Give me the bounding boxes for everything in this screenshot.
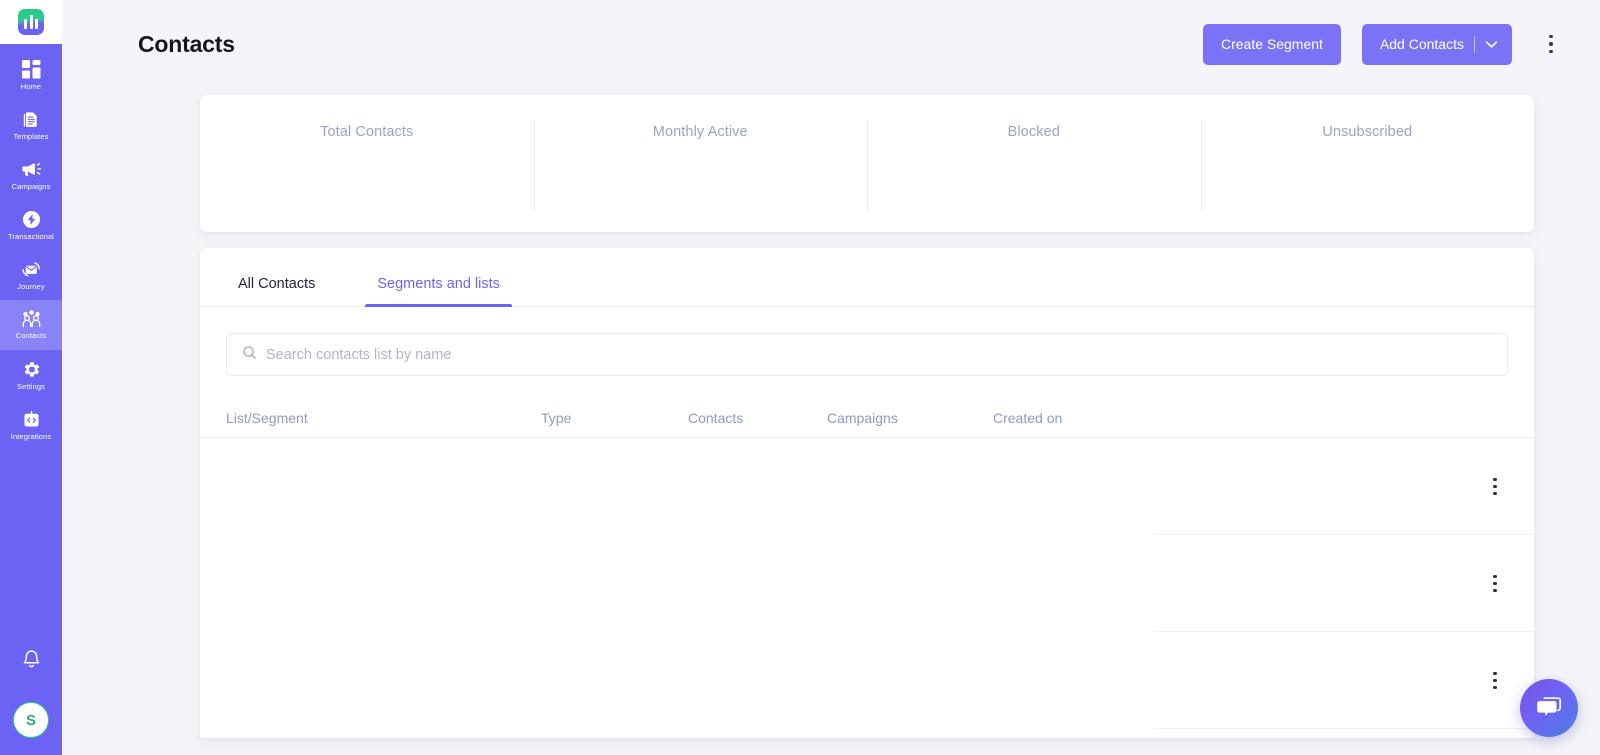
stat-total-contacts: Total Contacts [200, 95, 534, 232]
journey-envelope-icon [21, 260, 41, 279]
page-overflow-menu-button[interactable] [1534, 24, 1568, 64]
page-title: Contacts [138, 30, 235, 57]
avatar-container: S [0, 685, 62, 755]
sidebar-nav: Home Templates Campaigns Transactional J… [0, 50, 62, 450]
stat-label: Blocked [1007, 124, 1060, 140]
more-vertical-icon [1549, 49, 1553, 54]
more-vertical-icon [1493, 574, 1497, 578]
contacts-people-icon [21, 310, 42, 328]
tab-all-contacts[interactable]: All Contacts [226, 276, 327, 306]
sidebar-item-templates[interactable]: Templates [0, 100, 62, 150]
more-vertical-icon [1493, 484, 1497, 489]
chat-bubbles-icon [1536, 695, 1563, 722]
sidebar-item-label: Integrations [10, 431, 52, 441]
notifications-button[interactable] [0, 639, 62, 685]
column-header-created-on: Created on [993, 409, 1063, 426]
search-box[interactable] [226, 333, 1508, 376]
segments-table: List/Segment Type Contacts Campaigns Cre… [200, 398, 1534, 738]
sidebar-item-home[interactable]: Home [0, 50, 62, 100]
templates-document-icon [22, 110, 41, 129]
add-contacts-label: Add Contacts [1379, 36, 1464, 52]
table-body [200, 438, 1534, 738]
table-row[interactable] [200, 438, 1534, 535]
sidebar-item-label: Home [20, 81, 42, 91]
more-vertical-icon [1493, 477, 1497, 481]
bell-icon [21, 649, 42, 676]
sidebar-item-label: Templates [13, 131, 49, 141]
sidebar-item-transactional[interactable]: Transactional [0, 200, 62, 250]
stat-unsubscribed: Unsubscribed [1200, 95, 1535, 232]
more-vertical-icon [1493, 492, 1497, 496]
sidebar-item-label: Journey [17, 281, 45, 291]
app-logo[interactable] [0, 0, 62, 44]
sidebar-item-label: Settings [17, 381, 45, 391]
sidebar-item-integrations[interactable]: Integrations [0, 400, 62, 450]
avatar[interactable]: S [13, 702, 49, 738]
search-icon [242, 345, 257, 365]
settings-gear-icon [22, 360, 41, 379]
table-header-row: List/Segment Type Contacts Campaigns Cre… [200, 398, 1534, 438]
sidebar-item-label: Contacts [15, 331, 47, 340]
tab-segments-and-lists[interactable]: Segments and lists [365, 276, 512, 307]
sidebar-item-settings[interactable]: Settings [0, 350, 62, 400]
stat-blocked: Blocked [867, 95, 1201, 232]
column-header-contacts: Contacts [688, 409, 744, 426]
table-row[interactable] [200, 632, 1534, 729]
campaigns-megaphone-icon [21, 160, 41, 179]
sidebar-item-journey[interactable]: Journey [0, 250, 62, 300]
main-content: Contacts Create Segment Add Contacts Tot… [62, 0, 1600, 755]
main-sidebar: Home Templates Campaigns Transactional J… [0, 0, 62, 755]
column-header-type: Type [541, 409, 572, 426]
search-container [200, 307, 1534, 376]
row-overflow-menu-button[interactable] [1482, 567, 1508, 601]
home-grid-icon [21, 59, 41, 79]
more-vertical-icon [1493, 581, 1497, 586]
table-row[interactable] [200, 535, 1534, 632]
more-vertical-icon [1493, 686, 1497, 690]
row-overflow-menu-button[interactable] [1482, 664, 1508, 698]
stat-label: Monthly Active [652, 124, 748, 140]
chevron-down-icon[interactable] [1485, 36, 1498, 52]
column-header-campaigns: Campaigns [827, 409, 898, 426]
table-row[interactable] [200, 729, 1534, 738]
transactional-bolt-icon [22, 210, 41, 229]
more-vertical-icon [1549, 34, 1553, 39]
search-input[interactable] [266, 346, 1492, 363]
column-header-list-segment: List/Segment [226, 409, 308, 426]
more-vertical-icon [1493, 589, 1497, 593]
create-segment-button[interactable]: Create Segment [1202, 23, 1341, 65]
sidebar-item-label: Campaigns [11, 181, 51, 191]
sidebar-item-contacts[interactable]: Contacts [0, 300, 62, 350]
page-header: Contacts Create Segment Add Contacts [62, 0, 1600, 88]
panel-tabs: All Contacts Segments and lists [200, 248, 1534, 307]
integrations-code-icon [22, 410, 41, 429]
contacts-panel: All Contacts Segments and lists Search c… [200, 248, 1534, 738]
button-divider [1474, 35, 1475, 53]
stat-monthly-active: Monthly Active [533, 95, 868, 232]
add-contacts-button[interactable]: Add Contacts [1361, 23, 1512, 65]
stats-summary-card: Total Contacts Monthly Active Blocked Un… [200, 95, 1534, 232]
more-vertical-icon [1549, 42, 1553, 46]
stat-label: Total Contacts [320, 124, 414, 140]
sidebar-item-campaigns[interactable]: Campaigns [0, 150, 62, 200]
app-root: Home Templates Campaigns Transactional J… [0, 0, 1600, 755]
chat-widget-button[interactable] [1520, 679, 1578, 737]
stat-label: Unsubscribed [1322, 124, 1413, 140]
app-logo-icon [18, 9, 44, 35]
sidebar-item-label: Transactional [7, 231, 55, 241]
row-overflow-menu-button[interactable] [1482, 470, 1508, 504]
more-vertical-icon [1493, 671, 1497, 675]
header-actions: Create Segment Add Contacts [1202, 23, 1568, 65]
more-vertical-icon [1493, 678, 1497, 683]
